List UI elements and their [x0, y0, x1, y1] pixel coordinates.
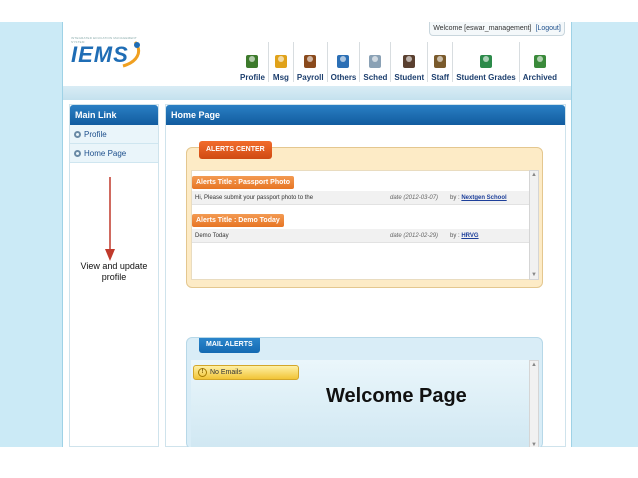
sidebar-item-label: Home Page	[84, 148, 127, 158]
alert-by-label: by :	[450, 233, 460, 239]
welcome-bar: Welcome [eswar_management] [Logout]	[429, 22, 565, 36]
gear-icon	[74, 149, 81, 157]
profile-icon	[246, 55, 259, 68]
nav-item-label: Sched	[363, 73, 388, 82]
payroll-icon	[304, 55, 317, 68]
nav-item-others[interactable]: Others	[328, 42, 361, 82]
mail-alerts-tab: MAIL ALERTS	[199, 338, 260, 353]
student-icon	[403, 55, 416, 68]
alerts-center: ALERTS CENTER Alerts Title : Passport Ph…	[186, 141, 543, 288]
nav-item-label: Msg	[272, 73, 289, 82]
alert-date: date (2012-03-07)	[390, 195, 439, 201]
alert-title: Alerts Title : Passport Photo	[192, 176, 294, 189]
sidebar-item-home-page[interactable]: Home Page	[70, 144, 158, 163]
alert-item: Alerts Title : Demo Today Demo Today dat…	[192, 209, 529, 243]
no-emails-notice: ! No Emails	[193, 365, 299, 380]
others-icon	[337, 55, 350, 68]
no-emails-label: No Emails	[210, 369, 242, 376]
mail-scrollbar[interactable]: ▲ ▼	[529, 360, 539, 447]
sidebar: Main Link Profile Home Page View and upd…	[69, 104, 159, 447]
message-icon	[274, 55, 287, 68]
alert-by: by : HRVG	[450, 233, 479, 239]
alert-item: Alerts Title : Passport Photo Hi, Please…	[192, 171, 529, 205]
nav-item-archived[interactable]: Archived	[520, 42, 560, 82]
alert-title: Alerts Title : Demo Today	[192, 214, 284, 227]
nav-item-label: Student Grades	[456, 73, 516, 82]
logout-link[interactable]: [Logout]	[536, 25, 561, 32]
alert-sender-link[interactable]: Nextgen School	[461, 195, 506, 201]
nav-item-sched[interactable]: Sched	[360, 42, 392, 82]
app-window: Welcome [eswar_management] [Logout] INTE…	[62, 22, 572, 447]
alert-by: by : Nextgen School	[450, 195, 507, 201]
nav-item-msg[interactable]: Msg	[269, 42, 294, 82]
scroll-down-icon[interactable]: ▼	[530, 271, 538, 279]
sidebar-title: Main Link	[70, 105, 158, 125]
alerts-center-tab: ALERTS CENTER	[199, 141, 272, 159]
slide: Welcome [eswar_management] [Logout] INTE…	[0, 0, 638, 478]
sidebar-item-profile[interactable]: Profile	[70, 125, 158, 144]
grades-icon	[479, 55, 492, 68]
sub-header-strip	[63, 86, 571, 100]
annotation-note: View and update profile	[80, 261, 148, 282]
alert-sender-link[interactable]: HRVG	[461, 233, 478, 239]
staff-icon	[434, 55, 447, 68]
scroll-up-icon[interactable]: ▲	[530, 171, 538, 179]
warning-icon: !	[198, 368, 207, 377]
alerts-scrollbar[interactable]: ▲ ▼	[529, 170, 539, 280]
nav-item-label: Staff	[431, 73, 450, 82]
alerts-list: Alerts Title : Passport Photo Hi, Please…	[191, 170, 530, 280]
alert-date: date (2012-02-29)	[390, 233, 439, 239]
sidebar-item-label: Profile	[84, 129, 107, 139]
alert-by-label: by :	[450, 195, 460, 201]
schedule-icon	[369, 55, 382, 68]
iems-logo: INTEGRATED EDUCATION MANAGEMENT SYSTEM I…	[69, 34, 149, 80]
alert-row: Demo Today date (2012-02-29) by : HRVG	[192, 229, 529, 243]
archived-icon	[533, 55, 546, 68]
alert-message: Demo Today	[195, 233, 229, 239]
nav-item-label: Payroll	[296, 73, 324, 82]
nav-item-profile[interactable]: Profile	[237, 42, 269, 82]
nav-item-label: Student	[394, 73, 425, 82]
nav-item-student-grades[interactable]: Student Grades	[453, 42, 520, 82]
scroll-up-icon[interactable]: ▲	[530, 361, 538, 369]
welcome-text: Welcome [eswar_management]	[433, 25, 532, 32]
nav-item-payroll[interactable]: Payroll	[294, 42, 328, 82]
page-title: Home Page	[166, 105, 565, 125]
nav-item-student[interactable]: Student	[391, 42, 429, 82]
alert-row: Hi, Please submit your passport photo to…	[192, 191, 529, 205]
arrow-down-icon	[105, 177, 115, 261]
scroll-down-icon[interactable]: ▼	[530, 441, 538, 447]
nav-item-label: Others	[330, 73, 357, 82]
nav-item-label: Profile	[240, 73, 265, 82]
main-navigation: Profile Msg Payroll Others Sched Student Staff…	[237, 42, 560, 82]
logo-swoosh-icon	[122, 41, 140, 68]
nav-item-label: Archived	[522, 73, 557, 82]
gear-icon	[74, 130, 81, 138]
nav-item-staff[interactable]: Staff	[428, 42, 454, 82]
alert-message: Hi, Please submit your passport photo to…	[195, 195, 314, 201]
slide-caption: Welcome Page	[326, 385, 467, 407]
